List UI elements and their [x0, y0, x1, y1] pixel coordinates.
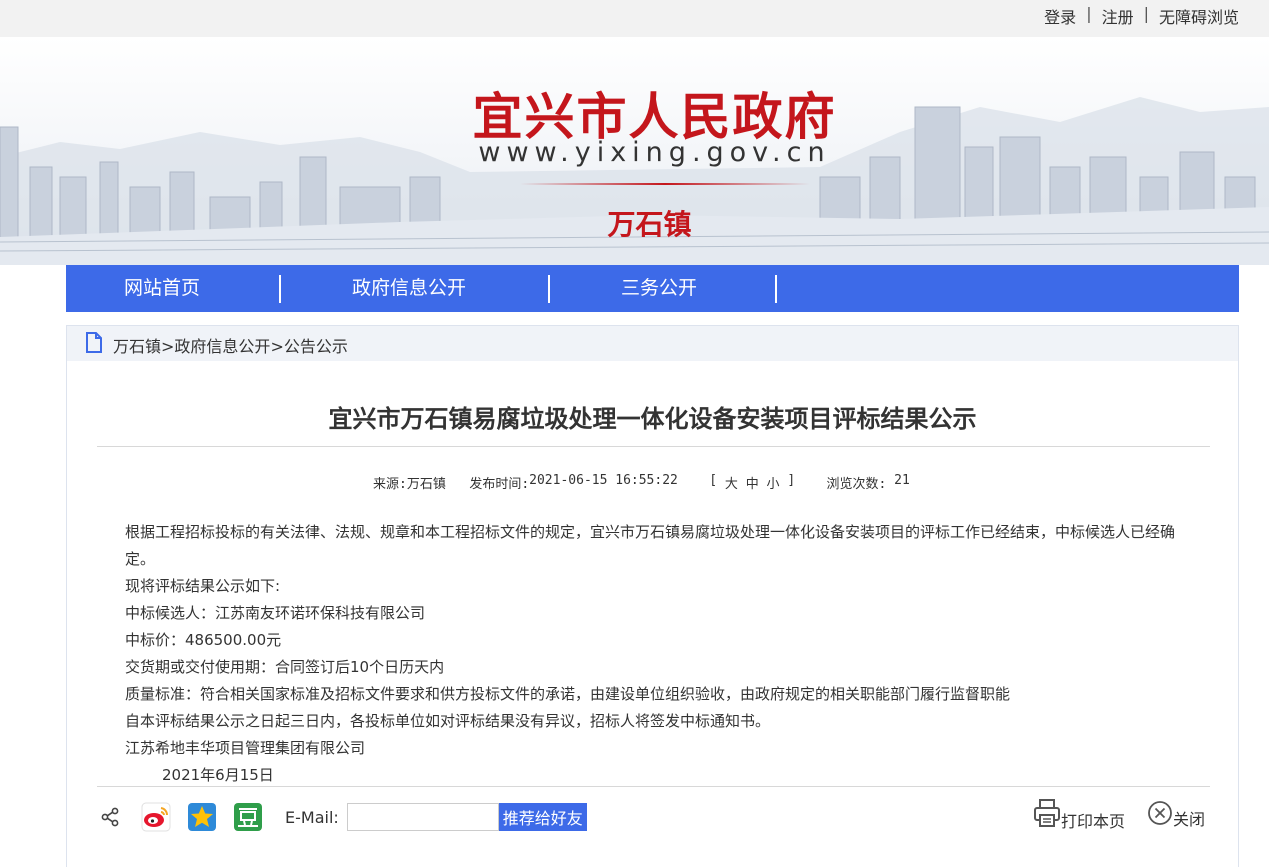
site-subtitle: 万石镇 [607, 208, 692, 241]
breadcrumb-town[interactable]: 万石镇 [113, 337, 161, 356]
printer-icon [1033, 798, 1061, 832]
font-size-medium-link[interactable]: 中 [746, 473, 759, 492]
print-label: 打印本页 [1061, 812, 1126, 831]
paragraph: 根据工程招标投标的有关法律、法规、规章和本工程招标文件的规定，宜兴市万石镇易腐垃… [125, 523, 1176, 568]
published-label: 发布时间: [469, 477, 530, 492]
font-size-bracket-close: ] [787, 473, 796, 488]
separator: | [1086, 4, 1092, 23]
register-link[interactable]: 注册 [1102, 4, 1134, 28]
views-count: 21 [894, 473, 910, 488]
nav-item-home[interactable]: 网站首页 [124, 265, 200, 312]
main-nav: 网站首页 政府信息公开 三务公开 [66, 265, 1239, 312]
nav-item-gov-info[interactable]: 政府信息公开 [352, 265, 466, 312]
paragraph: 现将评标结果公示如下: [125, 577, 281, 595]
paragraph: 江苏希地丰华项目管理集团有限公司 [125, 739, 366, 757]
divider [97, 786, 1210, 787]
nav-separator [279, 275, 281, 303]
breadcrumb: 万石镇>政府信息公开>公告公示 [113, 333, 348, 357]
breadcrumb-announcements[interactable]: 公告公示 [284, 337, 348, 356]
article-meta: 来源: 万石镇 发布时间: 2021-06-15 16:55:22 [ 大 中 … [373, 473, 910, 492]
close-icon [1147, 800, 1173, 830]
font-size-small-link[interactable]: 小 [767, 473, 780, 492]
paragraph: 自本评标结果公示之日起三日内，各投标单位如对评标结果没有异议，招标人将签发中标通… [125, 712, 771, 730]
paragraph: 中标价：486500.00元 [125, 631, 282, 649]
title-divider [520, 183, 810, 185]
site-url: www.yixing.gov.cn [478, 137, 831, 168]
published-value: 2021-06-15 16:55:22 [529, 473, 678, 488]
paragraph: 质量标准：符合相关国家标准及招标文件要求和供方投标文件的承诺，由建设单位组织验收… [125, 685, 1011, 703]
breadcrumb-separator: > [161, 337, 175, 356]
share-icon[interactable] [95, 802, 125, 832]
top-utility-bar: 登录 | 注册 | 无障碍浏览 [0, 0, 1269, 37]
site-banner: 宜兴市人民政府 www.yixing.gov.cn 万石镇 [0, 37, 1269, 265]
login-link[interactable]: 登录 [1044, 4, 1076, 28]
article-title: 宜兴市万石镇易腐垃圾处理一体化设备安装项目评标结果公示 [328, 405, 977, 433]
separator: | [1143, 4, 1149, 23]
email-input[interactable] [346, 803, 499, 831]
weibo-icon[interactable] [141, 802, 171, 832]
top-links: 登录 | 注册 | 无障碍浏览 [1044, 4, 1239, 28]
breadcrumb-separator: > [270, 337, 284, 356]
font-size-large-link[interactable]: 大 [725, 473, 738, 492]
recommend-to-friend-button[interactable]: 推荐给好友 [498, 803, 587, 831]
nav-separator [548, 275, 550, 303]
douban-icon[interactable] [233, 802, 263, 832]
nav-item-three-affairs[interactable]: 三务公开 [621, 265, 697, 312]
close-button[interactable]: 关闭 [1147, 800, 1205, 830]
article-date: 2021年6月15日 [162, 766, 274, 784]
font-size-bracket-open: [ [709, 473, 718, 488]
print-button[interactable]: 打印本页 [1033, 798, 1125, 832]
article-panel: 万石镇>政府信息公开>公告公示 宜兴市万石镇易腐垃圾处理一体化设备安装项目评标结… [66, 325, 1239, 867]
qzone-icon[interactable] [187, 802, 217, 832]
divider [97, 446, 1210, 447]
close-label: 关闭 [1173, 810, 1206, 829]
email-label: E-Mail: [285, 807, 339, 827]
source-label: 来源: [373, 477, 407, 492]
accessibility-link[interactable]: 无障碍浏览 [1159, 4, 1239, 28]
breadcrumb-gov-info[interactable]: 政府信息公开 [174, 337, 270, 356]
views-label: 浏览次数: [826, 477, 887, 492]
paragraph: 中标候选人：江苏南友环诺环保科技有限公司 [125, 604, 426, 622]
nav-separator [775, 275, 777, 303]
document-icon [85, 332, 103, 358]
article-body: 根据工程招标投标的有关法律、法规、规章和本工程招标文件的规定，宜兴市万石镇易腐垃… [125, 519, 1185, 789]
breadcrumb-bar: 万石镇>政府信息公开>公告公示 [67, 326, 1238, 361]
source-value: 万石镇 [406, 477, 446, 492]
paragraph: 交货期或交付使用期：合同签订后10个日历天内 [125, 658, 445, 676]
share-bar: E-Mail: 推荐给好友 [95, 800, 587, 834]
